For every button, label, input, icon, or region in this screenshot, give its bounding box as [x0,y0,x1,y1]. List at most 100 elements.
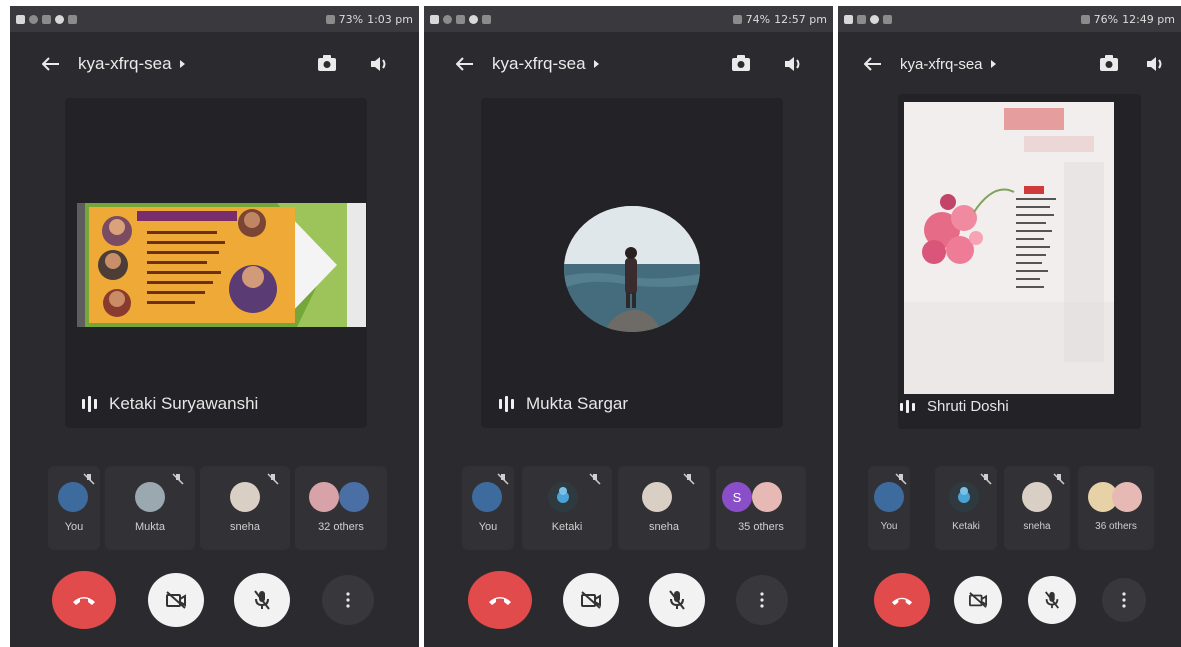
participant-initial-avatar: S [722,482,752,512]
arrow-left-icon [42,57,59,71]
phone-screen-1: 73% 1:03 pm kya-xfrq-sea Ketaki Suryawan… [10,6,419,647]
speaker-label: Ketaki Suryawanshi [82,394,258,414]
shared-screen-poster [904,102,1114,394]
battery-level: 73% [338,12,364,26]
mic-off-icon [172,473,184,485]
speaker-avatar [564,206,700,332]
hangup-button[interactable] [468,571,532,629]
camera-off-icon [581,591,601,609]
speaker-button[interactable] [365,50,393,78]
battery-level: 74% [745,12,771,26]
meeting-code-button[interactable]: kya-xfrq-sea [900,56,996,73]
participant-avatar [949,482,979,512]
mic-off-icon [980,473,992,485]
call-header: kya-xfrq-sea [838,44,1181,84]
presentation-thumbnail [77,203,366,327]
participant-strip: You Mukta sneha 32 others [10,466,419,552]
meeting-code-button[interactable]: kya-xfrq-sea [492,54,599,74]
back-button[interactable] [856,47,890,81]
camera-toggle-button[interactable] [148,573,204,627]
mic-toggle-button[interactable] [1028,576,1076,624]
switch-camera-button[interactable] [727,50,755,78]
switch-camera-button[interactable] [1095,50,1123,78]
switch-camera-icon [318,55,336,71]
participant-chip[interactable]: You [868,466,910,550]
status-bar: 73% 1:03 pm [10,6,419,32]
poster-thumbnail [904,102,1114,394]
camera-toggle-button[interactable] [563,573,619,627]
participant-name: You [64,521,84,533]
camera-app-icon [55,14,64,24]
notification-icons [16,14,77,24]
flower-avatar [958,487,970,503]
app-icon [883,14,892,24]
switch-camera-button[interactable] [313,50,341,78]
mic-off-icon [267,473,279,485]
meeting-code: kya-xfrq-sea [492,54,586,73]
hangup-button[interactable] [874,573,930,627]
more-options-button[interactable] [736,575,788,625]
participant-name: Mukta [135,521,165,533]
message-icon [844,14,853,24]
audio-level-icon [499,396,514,412]
clock: 12:57 pm [774,12,827,26]
signal-icon [325,14,335,24]
more-options-button[interactable] [322,575,374,625]
volume-icon [1147,57,1162,71]
shared-screen-slide [77,203,366,327]
others-chip[interactable]: 32 others [295,466,387,550]
speaker-name: Ketaki Suryawanshi [109,394,259,413]
participant-name: You [478,521,498,533]
participant-chip[interactable]: You [462,466,514,550]
app-icon [68,14,77,24]
notification-icons [844,14,892,24]
more-options-button[interactable] [1102,578,1146,622]
participant-chip[interactable]: Mukta [105,466,195,550]
camera-off-icon [166,591,186,609]
others-chip[interactable]: S 35 others [716,466,806,550]
camera-toggle-button[interactable] [954,576,1002,624]
participant-avatar [309,482,339,512]
app-icon [42,14,51,24]
meeting-code: kya-xfrq-sea [900,55,983,73]
caret-right-icon [990,60,996,68]
phone-screen-3: 76% 12:49 pm kya-xfrq-sea Shruti Doshi Y… [838,6,1181,647]
mic-off-icon [683,473,695,485]
participant-avatar [1022,482,1052,512]
participant-avatar [58,482,88,512]
mic-off-icon [669,590,685,610]
phone-hangup-icon [489,597,511,605]
others-chip[interactable]: 36 others [1078,466,1154,550]
participant-chip[interactable]: Ketaki [522,466,612,550]
clock: 12:49 pm [1122,12,1175,26]
app-icon [857,14,866,24]
back-button[interactable] [34,47,68,81]
hangup-button[interactable] [52,571,116,629]
participant-avatar [642,482,672,512]
participant-chip[interactable]: sneha [200,466,290,550]
battery-level: 76% [1093,12,1119,26]
mic-off-icon [1053,473,1065,485]
status-right: 76% 12:49 pm [1080,12,1175,26]
speaker-button[interactable] [1141,50,1169,78]
app-icon [482,14,491,24]
phone-hangup-icon [891,597,913,605]
meeting-code-button[interactable]: kya-xfrq-sea [78,54,185,74]
others-count: 35 others [738,521,784,533]
call-controls [424,568,833,634]
volume-icon [371,57,386,71]
mic-toggle-button[interactable] [649,573,705,627]
participant-chip[interactable]: You [48,466,100,550]
participant-chip[interactable]: Ketaki [935,466,997,550]
participant-chip[interactable]: sneha [618,466,710,550]
speaker-label: Shruti Doshi [900,398,1009,415]
back-button[interactable] [448,47,482,81]
audio-level-icon [82,396,97,412]
flower-avatar [557,487,569,503]
mic-toggle-button[interactable] [234,573,290,627]
camera-app-icon [469,14,478,24]
participant-chip[interactable]: sneha [1004,466,1070,550]
speaker-button[interactable] [779,50,807,78]
participant-name: sneha [1023,521,1051,532]
participant-avatar [135,482,165,512]
